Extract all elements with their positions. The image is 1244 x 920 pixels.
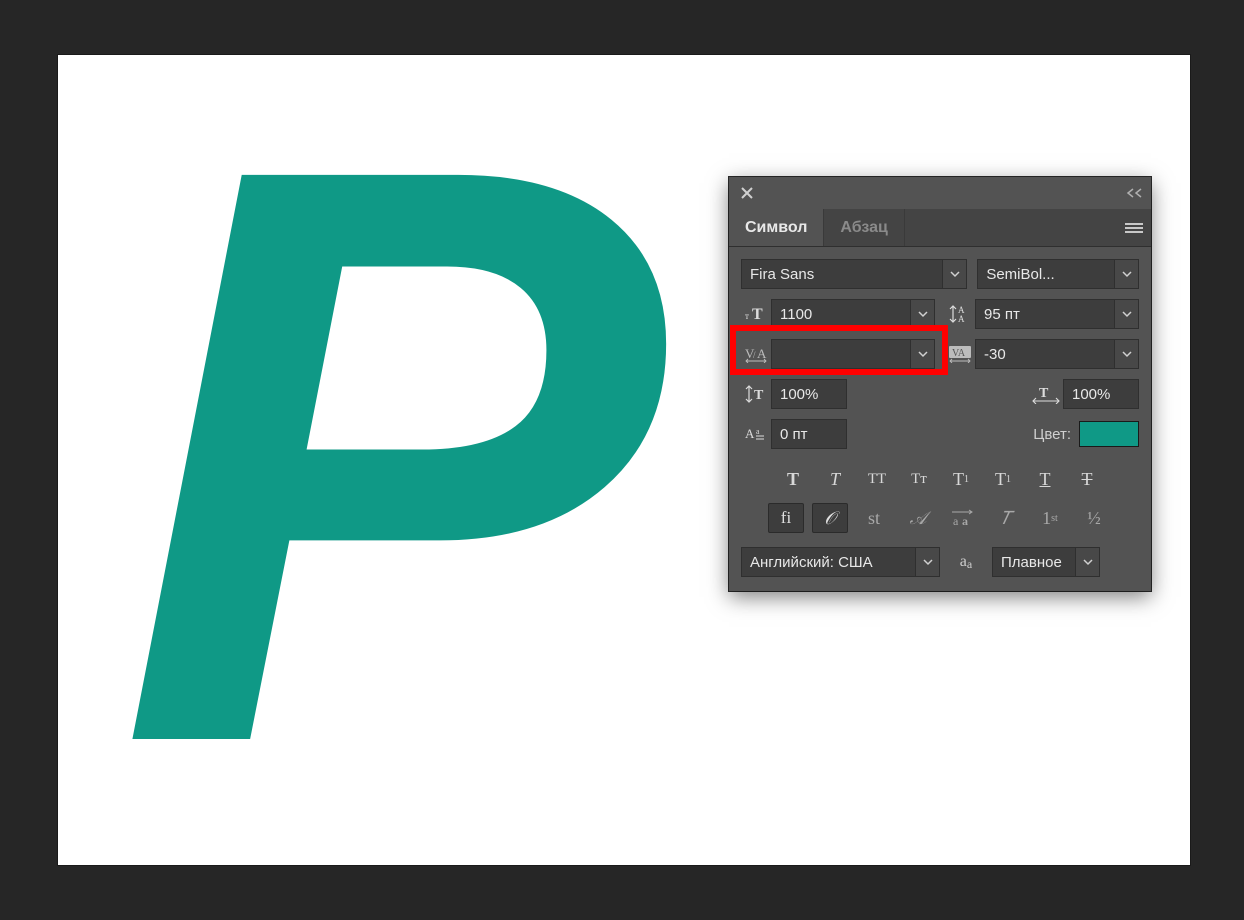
font-family-dropdown[interactable] <box>943 259 967 289</box>
svg-text:T: T <box>1039 386 1049 401</box>
language-field: Английский: США <box>741 547 940 577</box>
titling-button[interactable]: 𝑇 <box>988 503 1024 533</box>
row-size-leading: тT 1100 A A 95 пт <box>741 299 1139 329</box>
swash-button[interactable]: 𝒜 <box>900 503 936 533</box>
font-style-dropdown[interactable] <box>1115 259 1139 289</box>
superscript-button[interactable]: T1 <box>944 465 978 493</box>
antialias-icon: aa <box>950 553 982 571</box>
ordinals-button[interactable]: a a <box>944 503 980 533</box>
panel-tabs: Символ Абзац <box>729 209 1151 247</box>
svg-text:T: T <box>752 306 763 323</box>
font-size-input[interactable]: 1100 <box>771 299 911 329</box>
font-style-field: SemiBol... <box>977 259 1139 289</box>
svg-text:т: т <box>745 311 749 321</box>
italic-button[interactable]: T <box>818 465 852 493</box>
underline-button[interactable]: T <box>1028 465 1062 493</box>
fractions-button[interactable]: ½ <box>1076 503 1112 533</box>
hscale-input[interactable]: 100% <box>1063 379 1139 409</box>
subscript-button[interactable]: T1 <box>986 465 1020 493</box>
svg-text:/: / <box>753 350 756 360</box>
baseline-field: A a 0 пт <box>741 419 935 449</box>
bold-button[interactable]: T <box>776 465 810 493</box>
font-style-input[interactable]: SemiBol... <box>977 259 1115 289</box>
kerning-input[interactable] <box>771 339 911 369</box>
close-icon[interactable] <box>735 177 759 209</box>
vscale-icon: T <box>741 379 771 409</box>
collapse-icon[interactable] <box>1119 177 1151 209</box>
antialias-dropdown[interactable] <box>1076 547 1100 577</box>
vscale-field: T 100% <box>741 379 935 409</box>
svg-text:T: T <box>754 388 764 403</box>
vscale-input[interactable]: 100% <box>771 379 847 409</box>
kerning-icon: V / A <box>741 339 771 369</box>
character-panel: Символ Абзац Fira Sans SemiBol... <box>729 177 1151 591</box>
antialias-field: Плавное <box>992 547 1100 577</box>
smallcaps-button[interactable]: Tт <box>902 465 936 493</box>
leading-field: A A 95 пт <box>945 299 1139 329</box>
kerning-dropdown[interactable] <box>911 339 935 369</box>
strikethrough-button[interactable]: T <box>1070 465 1104 493</box>
panel-menu-icon[interactable] <box>1117 209 1151 246</box>
tab-paragraph[interactable]: Абзац <box>824 209 905 246</box>
contextual-button[interactable]: 𝒪 <box>812 503 848 533</box>
baseline-icon: A a <box>741 419 771 449</box>
color-field: Цвет: <box>945 421 1139 447</box>
svg-text:A: A <box>757 346 767 361</box>
antialias-input[interactable]: Плавное <box>992 547 1076 577</box>
font-size-dropdown[interactable] <box>911 299 935 329</box>
first-ordinal-button[interactable]: 1st <box>1032 503 1068 533</box>
hscale-icon: T <box>1029 379 1063 409</box>
panel-header <box>729 177 1151 209</box>
font-size-icon: тT <box>741 299 771 329</box>
baseline-input[interactable]: 0 пт <box>771 419 847 449</box>
svg-text:a: a <box>953 514 959 527</box>
canvas-text[interactable]: P <box>118 45 655 865</box>
kerning-field: V / A <box>741 339 935 369</box>
color-swatch[interactable] <box>1079 421 1139 447</box>
row-scale: T 100% T 100% <box>741 379 1139 409</box>
language-dropdown[interactable] <box>916 547 940 577</box>
leading-icon: A A <box>945 299 975 329</box>
svg-text:VA: VA <box>952 348 966 359</box>
row-language: Английский: США aa Плавное <box>741 547 1139 577</box>
tracking-field: VA -30 <box>945 339 1139 369</box>
tracking-dropdown[interactable] <box>1115 339 1139 369</box>
tracking-icon: VA <box>945 339 975 369</box>
svg-text:a: a <box>756 427 760 436</box>
font-family-input[interactable]: Fira Sans <box>741 259 943 289</box>
font-family-field: Fira Sans <box>741 259 967 289</box>
opentype-row: fi 𝒪 st 𝒜 a a 𝑇 1st ½ <box>741 503 1139 533</box>
allcaps-button[interactable]: TT <box>860 465 894 493</box>
leading-input[interactable]: 95 пт <box>975 299 1115 329</box>
row-kern-track: V / A VA -30 <box>741 339 1139 369</box>
svg-text:A: A <box>958 314 965 324</box>
font-size-field: тT 1100 <box>741 299 935 329</box>
tab-character[interactable]: Символ <box>729 209 824 246</box>
color-label: Цвет: <box>1033 426 1071 443</box>
leading-dropdown[interactable] <box>1115 299 1139 329</box>
hscale-field: T 100% <box>945 379 1139 409</box>
text-style-row: T T TT Tт T1 T1 T T <box>741 465 1139 493</box>
svg-text:A: A <box>745 426 755 441</box>
ligatures-button[interactable]: fi <box>768 503 804 533</box>
row-baseline-color: A a 0 пт Цвет: <box>741 419 1139 449</box>
svg-text:a: a <box>962 514 968 527</box>
panel-body: Fira Sans SemiBol... тT 1100 <box>729 247 1151 591</box>
stylistic-button[interactable]: st <box>856 503 892 533</box>
row-font: Fira Sans SemiBol... <box>741 259 1139 289</box>
tracking-input[interactable]: -30 <box>975 339 1115 369</box>
language-input[interactable]: Английский: США <box>741 547 916 577</box>
